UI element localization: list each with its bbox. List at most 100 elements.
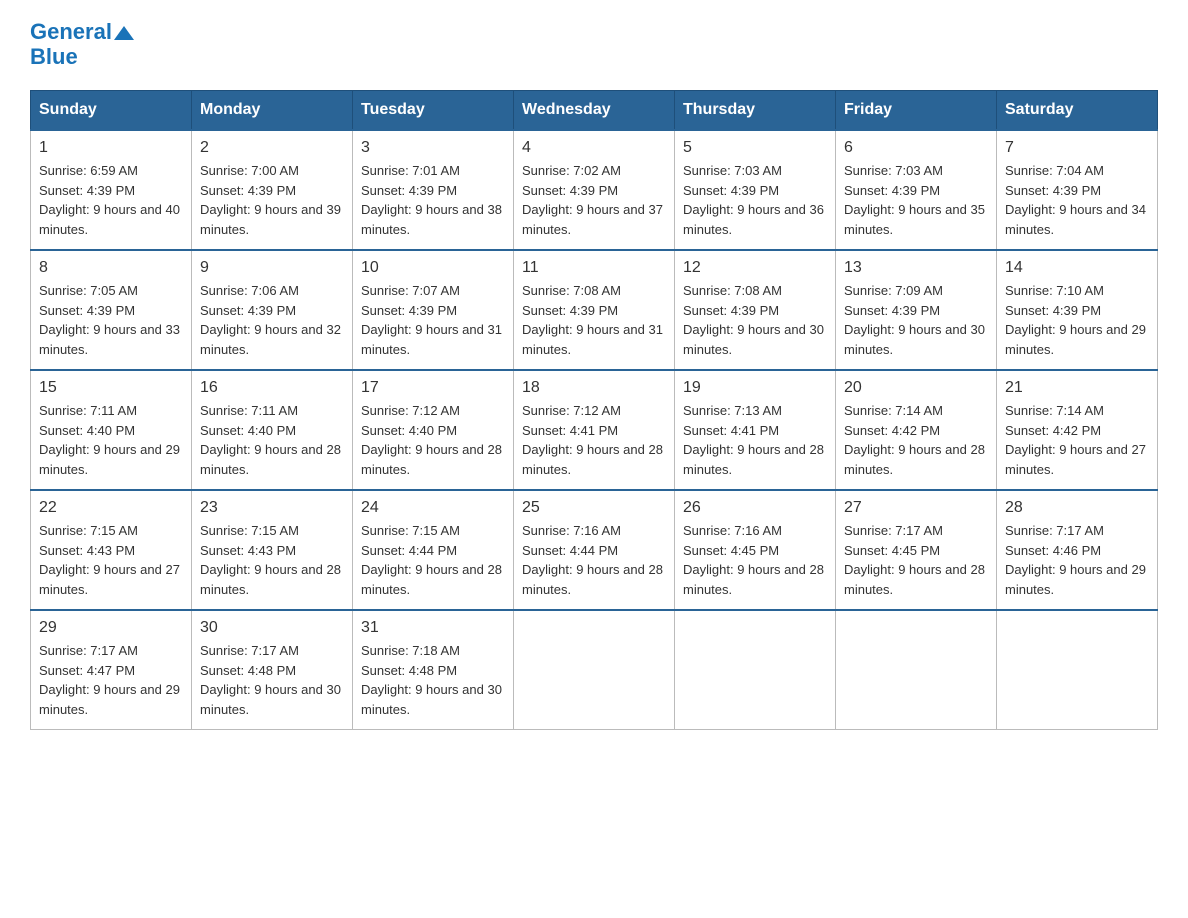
day-number: 2 [200,139,344,157]
day-number: 4 [522,139,666,157]
weekday-header-friday: Friday [836,91,997,131]
day-info: Sunrise: 7:17 AMSunset: 4:48 PMDaylight:… [200,641,344,719]
day-number: 26 [683,499,827,517]
day-info: Sunrise: 6:59 AMSunset: 4:39 PMDaylight:… [39,161,183,239]
calendar-cell: 10 Sunrise: 7:07 AMSunset: 4:39 PMDaylig… [353,250,514,370]
calendar-cell: 31 Sunrise: 7:18 AMSunset: 4:48 PMDaylig… [353,610,514,730]
logo-blue-text: Blue [30,44,78,70]
calendar-cell: 24 Sunrise: 7:15 AMSunset: 4:44 PMDaylig… [353,490,514,610]
calendar-cell: 30 Sunrise: 7:17 AMSunset: 4:48 PMDaylig… [192,610,353,730]
day-number: 16 [200,379,344,397]
calendar-cell: 9 Sunrise: 7:06 AMSunset: 4:39 PMDayligh… [192,250,353,370]
day-number: 25 [522,499,666,517]
day-number: 23 [200,499,344,517]
day-info: Sunrise: 7:07 AMSunset: 4:39 PMDaylight:… [361,281,505,359]
calendar-body: 1 Sunrise: 6:59 AMSunset: 4:39 PMDayligh… [31,130,1158,730]
calendar-cell [675,610,836,730]
weekday-header-saturday: Saturday [997,91,1158,131]
day-info: Sunrise: 7:11 AMSunset: 4:40 PMDaylight:… [200,401,344,479]
day-info: Sunrise: 7:08 AMSunset: 4:39 PMDaylight:… [683,281,827,359]
day-info: Sunrise: 7:15 AMSunset: 4:43 PMDaylight:… [200,521,344,599]
day-info: Sunrise: 7:13 AMSunset: 4:41 PMDaylight:… [683,401,827,479]
day-number: 5 [683,139,827,157]
day-number: 8 [39,259,183,277]
calendar-cell: 8 Sunrise: 7:05 AMSunset: 4:39 PMDayligh… [31,250,192,370]
calendar-cell: 25 Sunrise: 7:16 AMSunset: 4:44 PMDaylig… [514,490,675,610]
calendar-week-4: 22 Sunrise: 7:15 AMSunset: 4:43 PMDaylig… [31,490,1158,610]
day-info: Sunrise: 7:03 AMSunset: 4:39 PMDaylight:… [844,161,988,239]
day-info: Sunrise: 7:16 AMSunset: 4:44 PMDaylight:… [522,521,666,599]
day-info: Sunrise: 7:09 AMSunset: 4:39 PMDaylight:… [844,281,988,359]
day-number: 11 [522,259,666,277]
day-number: 24 [361,499,505,517]
day-info: Sunrise: 7:01 AMSunset: 4:39 PMDaylight:… [361,161,505,239]
calendar-week-1: 1 Sunrise: 6:59 AMSunset: 4:39 PMDayligh… [31,130,1158,250]
day-info: Sunrise: 7:12 AMSunset: 4:40 PMDaylight:… [361,401,505,479]
weekday-header-row: SundayMondayTuesdayWednesdayThursdayFrid… [31,91,1158,131]
day-info: Sunrise: 7:18 AMSunset: 4:48 PMDaylight:… [361,641,505,719]
calendar-cell: 1 Sunrise: 6:59 AMSunset: 4:39 PMDayligh… [31,130,192,250]
day-number: 9 [200,259,344,277]
day-info: Sunrise: 7:17 AMSunset: 4:46 PMDaylight:… [1005,521,1149,599]
calendar-cell: 6 Sunrise: 7:03 AMSunset: 4:39 PMDayligh… [836,130,997,250]
day-number: 30 [200,619,344,637]
day-info: Sunrise: 7:17 AMSunset: 4:45 PMDaylight:… [844,521,988,599]
day-number: 28 [1005,499,1149,517]
calendar-cell: 14 Sunrise: 7:10 AMSunset: 4:39 PMDaylig… [997,250,1158,370]
day-number: 22 [39,499,183,517]
page-header: General Blue [30,20,1158,70]
day-info: Sunrise: 7:16 AMSunset: 4:45 PMDaylight:… [683,521,827,599]
calendar-cell [514,610,675,730]
weekday-header-tuesday: Tuesday [353,91,514,131]
weekday-header-monday: Monday [192,91,353,131]
day-info: Sunrise: 7:02 AMSunset: 4:39 PMDaylight:… [522,161,666,239]
calendar-cell: 22 Sunrise: 7:15 AMSunset: 4:43 PMDaylig… [31,490,192,610]
day-info: Sunrise: 7:03 AMSunset: 4:39 PMDaylight:… [683,161,827,239]
day-number: 18 [522,379,666,397]
calendar-cell: 3 Sunrise: 7:01 AMSunset: 4:39 PMDayligh… [353,130,514,250]
day-info: Sunrise: 7:14 AMSunset: 4:42 PMDaylight:… [844,401,988,479]
day-number: 19 [683,379,827,397]
calendar-cell: 23 Sunrise: 7:15 AMSunset: 4:43 PMDaylig… [192,490,353,610]
calendar-cell: 15 Sunrise: 7:11 AMSunset: 4:40 PMDaylig… [31,370,192,490]
day-number: 31 [361,619,505,637]
calendar-cell: 21 Sunrise: 7:14 AMSunset: 4:42 PMDaylig… [997,370,1158,490]
day-number: 17 [361,379,505,397]
day-number: 20 [844,379,988,397]
calendar-cell: 12 Sunrise: 7:08 AMSunset: 4:39 PMDaylig… [675,250,836,370]
calendar-cell: 2 Sunrise: 7:00 AMSunset: 4:39 PMDayligh… [192,130,353,250]
day-info: Sunrise: 7:06 AMSunset: 4:39 PMDaylight:… [200,281,344,359]
day-number: 6 [844,139,988,157]
day-number: 3 [361,139,505,157]
calendar-cell: 13 Sunrise: 7:09 AMSunset: 4:39 PMDaylig… [836,250,997,370]
day-number: 13 [844,259,988,277]
day-info: Sunrise: 7:11 AMSunset: 4:40 PMDaylight:… [39,401,183,479]
calendar-cell: 28 Sunrise: 7:17 AMSunset: 4:46 PMDaylig… [997,490,1158,610]
calendar-week-2: 8 Sunrise: 7:05 AMSunset: 4:39 PMDayligh… [31,250,1158,370]
calendar-cell: 27 Sunrise: 7:17 AMSunset: 4:45 PMDaylig… [836,490,997,610]
logo: General Blue [30,20,134,70]
calendar-table: SundayMondayTuesdayWednesdayThursdayFrid… [30,90,1158,730]
day-number: 14 [1005,259,1149,277]
calendar-week-5: 29 Sunrise: 7:17 AMSunset: 4:47 PMDaylig… [31,610,1158,730]
calendar-cell: 5 Sunrise: 7:03 AMSunset: 4:39 PMDayligh… [675,130,836,250]
calendar-cell: 4 Sunrise: 7:02 AMSunset: 4:39 PMDayligh… [514,130,675,250]
calendar-cell: 11 Sunrise: 7:08 AMSunset: 4:39 PMDaylig… [514,250,675,370]
day-number: 1 [39,139,183,157]
day-number: 29 [39,619,183,637]
day-info: Sunrise: 7:05 AMSunset: 4:39 PMDaylight:… [39,281,183,359]
calendar-cell: 20 Sunrise: 7:14 AMSunset: 4:42 PMDaylig… [836,370,997,490]
calendar-week-3: 15 Sunrise: 7:11 AMSunset: 4:40 PMDaylig… [31,370,1158,490]
calendar-cell: 19 Sunrise: 7:13 AMSunset: 4:41 PMDaylig… [675,370,836,490]
day-number: 12 [683,259,827,277]
weekday-header-thursday: Thursday [675,91,836,131]
day-info: Sunrise: 7:15 AMSunset: 4:44 PMDaylight:… [361,521,505,599]
calendar-cell: 29 Sunrise: 7:17 AMSunset: 4:47 PMDaylig… [31,610,192,730]
weekday-header-wednesday: Wednesday [514,91,675,131]
day-number: 15 [39,379,183,397]
day-info: Sunrise: 7:14 AMSunset: 4:42 PMDaylight:… [1005,401,1149,479]
calendar-cell: 16 Sunrise: 7:11 AMSunset: 4:40 PMDaylig… [192,370,353,490]
day-number: 10 [361,259,505,277]
day-info: Sunrise: 7:15 AMSunset: 4:43 PMDaylight:… [39,521,183,599]
day-number: 21 [1005,379,1149,397]
